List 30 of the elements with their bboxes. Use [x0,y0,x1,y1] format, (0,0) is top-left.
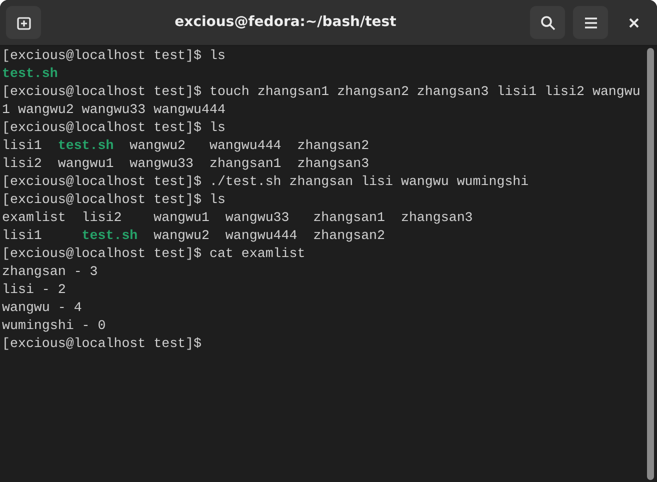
scrollbar-thumb[interactable] [647,48,654,480]
executable-file-name: test.sh [58,137,114,155]
new-tab-button[interactable] [6,6,41,39]
terminal-text: lisi1 [2,137,43,155]
terminal-text: [excious@localhost test]$ cat examlist [2,245,306,263]
terminal-text: lisi1 [2,227,43,245]
search-icon [540,14,556,30]
terminal-text: wangwu2 wangwu444 zhangsan2 [152,227,386,245]
terminal-text: examlist lisi2 wangwu1 wangwu33 zhangsan1 zhangsan3 [2,209,473,227]
terminal-text: wangwu2 wangwu444 zhangsan2 [128,137,370,155]
terminal-text: 1 wangwu2 wangwu33 wangwu444 [2,101,226,119]
terminal-text: [excious@localhost test]$ ./test.sh zhangsan lisi wangwu wumingshi [2,173,529,191]
terminal-text: lisi2 wangwu1 wangwu33 zhangsan1 zhangsan3 [2,155,370,173]
new-tab-icon [16,14,32,30]
menu-button[interactable] [573,6,608,39]
search-button[interactable] [530,6,565,39]
terminal-text: [excious@localhost test]$ [2,335,202,353]
terminal-text: [excious@localhost test]$ ls [2,47,226,65]
window-title: excious@fedora:~/bash/test [174,13,396,32]
terminal-text: lisi - 2 [2,281,66,299]
terminal-text: zhangsan - 3 [2,263,98,281]
terminal-text: [excious@localhost test]$ ls [2,191,226,209]
terminal-text: [excious@localhost test]$ ls [2,119,226,137]
terminal-text: [excious@localhost test]$ touch zhangsan1 zhangsan2 zhangsan3 lisi1 lisi2 wangwu [2,83,640,101]
close-icon [628,18,638,28]
terminal-text: wumingshi - 0 [2,317,106,335]
executable-file-name: test.sh [2,65,58,83]
menu-icon [584,16,598,28]
terminal-text: wangwu - 4 [2,299,82,317]
executable-file-name: test.sh [82,227,138,245]
